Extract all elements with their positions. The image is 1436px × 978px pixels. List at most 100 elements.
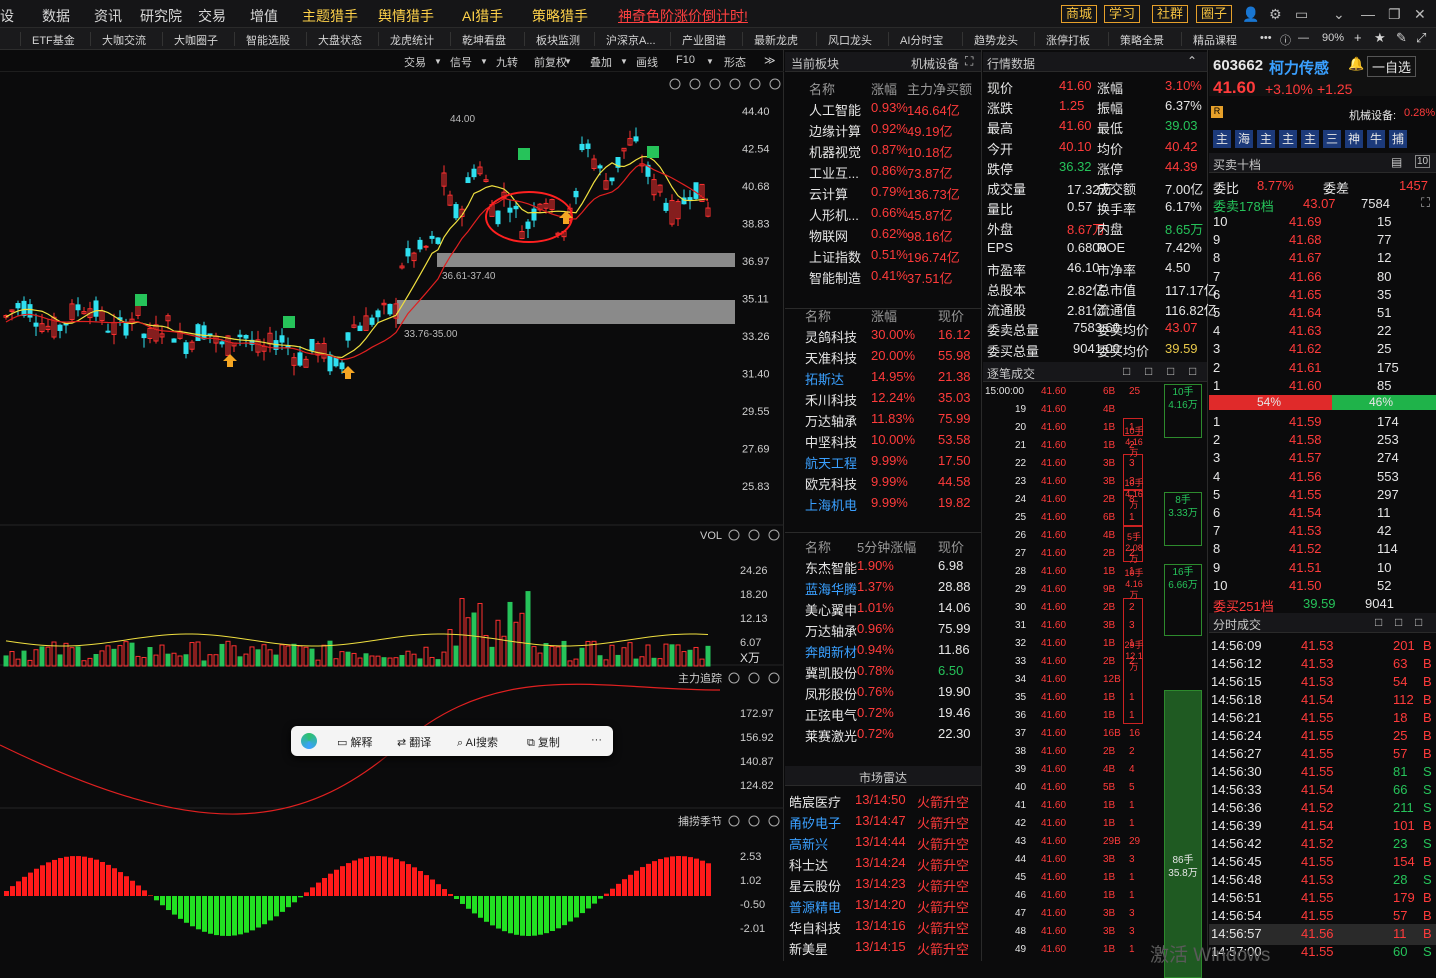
chart-tool-3[interactable]: 前复权 (534, 54, 567, 70)
chart-tool-2[interactable]: 九转 (496, 54, 518, 70)
close-icon[interactable] (729, 78, 741, 90)
nav-item-9[interactable]: 沪深京A... (606, 32, 656, 48)
table-row[interactable]: 云计算 0.79% 136.73亿 (785, 181, 981, 202)
radar-row[interactable]: 皓宸医疗 13/14:50 火箭升空 (785, 789, 981, 810)
nav-item-6[interactable]: 龙虎统计 (390, 32, 434, 48)
bell-icon[interactable]: 🔔 (1348, 56, 1364, 72)
collapse-icon[interactable]: ⌃ (1187, 54, 1197, 68)
copy-button[interactable]: ⧉ 复制 (527, 734, 560, 750)
list-icon[interactable]: □ (1395, 615, 1402, 629)
nav-item-3[interactable]: 大咖圈子 (174, 32, 218, 48)
top-button-2[interactable]: 社群 (1152, 5, 1189, 23)
menu-item-7[interactable]: 舆情猎手 (378, 6, 434, 26)
top-button-3[interactable]: 圈子 (1196, 5, 1233, 23)
season-close-icon[interactable] (768, 815, 780, 827)
expand-icon[interactable]: ⤢ (1416, 30, 1426, 46)
table-row[interactable]: 莱赛激光 0.72% 22.30 (785, 723, 981, 744)
minimize-icon[interactable]: — (1361, 6, 1375, 22)
table-row[interactable]: 万达轴承 11.83% 75.99 (785, 408, 981, 429)
refresh-icon[interactable] (669, 78, 681, 90)
chart-tool-5[interactable]: 画线 (636, 54, 658, 70)
table-row[interactable]: 正弦电气 0.72% 19.46 (785, 702, 981, 723)
chart-tool-6[interactable]: F10 (676, 54, 695, 66)
menu-item-4[interactable]: 交易 (198, 6, 226, 26)
window-icon[interactable]: ▭ (1295, 6, 1308, 23)
track-help-icon[interactable] (748, 672, 760, 684)
expand-icon[interactable]: ⛶ (1421, 195, 1430, 211)
radar-row[interactable]: 星云股份 13/14:23 火箭升空 (785, 873, 981, 894)
zoom-out-icon[interactable]: — (1298, 32, 1309, 44)
indicator-tab-5[interactable]: 三 (1323, 130, 1341, 148)
table-row[interactable]: 美心翼申 1.01% 14.06 (785, 597, 981, 618)
double-chevron-icon[interactable]: ≫ (764, 54, 776, 67)
radar-row[interactable]: 普源精电 13/14:20 火箭升空 (785, 894, 981, 915)
radar-row[interactable]: 科士达 13/14:24 火箭升空 (785, 852, 981, 873)
table-row[interactable]: 万达轴承 0.96% 75.99 (785, 618, 981, 639)
indicator-tab-3[interactable]: 主 (1279, 130, 1297, 148)
nav-item-2[interactable]: 大咖交流 (102, 32, 146, 48)
table-row[interactable]: 机器视觉 0.87% 10.18亿 (785, 139, 981, 160)
table-row[interactable]: 东杰智能 1.90% 6.98 (785, 555, 981, 576)
indicator-tab-0[interactable]: 主 (1213, 130, 1231, 148)
radar-row[interactable]: 甬矽电子 13/14:47 火箭升空 (785, 810, 981, 831)
more-icon[interactable]: ••• (1260, 32, 1272, 44)
info-icon[interactable]: ⓘ (1280, 32, 1291, 48)
top-button-1[interactable]: 学习 (1104, 5, 1141, 23)
top-button-0[interactable]: 商城 (1061, 5, 1098, 23)
indicator-tab-4[interactable]: 主 (1301, 130, 1319, 148)
add-icon[interactable] (689, 78, 701, 90)
indicator-tab-6[interactable]: 神 (1345, 130, 1363, 148)
table-row[interactable]: 工业互... 0.86% 73.87亿 (785, 160, 981, 181)
menu-item-8[interactable]: AI猎手 (462, 6, 503, 26)
menu-item-6[interactable]: 主题猎手 (302, 6, 358, 26)
self-select-button[interactable]: 一自选 (1367, 56, 1417, 77)
nav-item-7[interactable]: 乾坤看盘 (462, 32, 506, 48)
radar-row[interactable]: 新美星 13/14:15 火箭升空 (785, 936, 981, 957)
table-row[interactable]: 物联网 0.62% 98.16亿 (785, 223, 981, 244)
menu-item-3[interactable]: 研究院 (140, 6, 182, 26)
stock-name[interactable]: 柯力传感 (1269, 57, 1329, 78)
more-button[interactable]: ··· (591, 734, 602, 746)
radar-row[interactable]: 华自科技 13/14:16 火箭升空 (785, 915, 981, 936)
ai-search-button[interactable]: ⌕ AI搜索 (457, 734, 498, 750)
chart-tool-1[interactable]: 信号 (450, 54, 472, 70)
pen-icon[interactable]: ✎ (1396, 30, 1407, 46)
ten-level-icon[interactable]: 10 (1415, 155, 1431, 168)
table-row[interactable]: 航天工程 9.99% 17.50 (785, 450, 981, 471)
expand-icon[interactable]: ⛶ (965, 54, 973, 69)
table-row[interactable]: 奔朗新材 0.94% 11.86 (785, 639, 981, 660)
vol-close-icon[interactable] (768, 529, 780, 541)
table-row[interactable]: 边缘计算 0.92% 49.19亿 (785, 118, 981, 139)
track-gear-icon[interactable] (728, 672, 740, 684)
lock-icon[interactable]: □ (1375, 615, 1382, 629)
nav-item-11[interactable]: 最新龙虎 (754, 32, 798, 48)
translate-button[interactable]: ⇄ 翻译 (397, 734, 431, 750)
table-row[interactable]: 人工智能 0.93% 146.64亿 (785, 97, 981, 118)
track-close-icon[interactable] (768, 672, 780, 684)
nav-item-5[interactable]: 大盘状态 (318, 32, 362, 48)
promo-link[interactable]: 神奇色阶涨价倒计时! (618, 6, 748, 26)
zoom-in-icon[interactable] (749, 78, 761, 90)
table-row[interactable]: 智能制造 0.41% 37.51亿 (785, 265, 981, 286)
nav-item-14[interactable]: 趋势龙头 (974, 32, 1018, 48)
lock-icon[interactable]: □ (1167, 364, 1174, 378)
expand-icon[interactable]: □ (1189, 364, 1196, 378)
indicator-tab-8[interactable]: 捕 (1389, 130, 1407, 148)
table-row[interactable]: 欧克科技 9.99% 44.58 (785, 471, 981, 492)
table-row[interactable]: 人形机... 0.66% 45.87亿 (785, 202, 981, 223)
user-icon[interactable]: 👤 (1242, 6, 1259, 23)
ask-row[interactable]: 1 41.60 85 (1209, 376, 1436, 397)
menu-item-0[interactable]: 设 (0, 6, 14, 26)
zoom-in-icon[interactable]: + (1354, 30, 1362, 45)
list-icon[interactable]: □ (1145, 364, 1152, 378)
vol-gear-icon[interactable] (728, 529, 740, 541)
table-row[interactable]: 凤形股份 0.76% 19.90 (785, 681, 981, 702)
table-row[interactable]: 蓝海华腾 1.37% 28.88 (785, 576, 981, 597)
list-icon[interactable]: ▤ (1391, 155, 1402, 169)
nav-item-1[interactable]: ETF基金 (32, 32, 75, 48)
chevron-down-icon[interactable]: ⌄ (1333, 6, 1345, 23)
kline-chart[interactable]: 44.40 42.54 40.68 38.83 36.97 35.11 33.26 31.40… (0, 72, 784, 961)
star-icon[interactable]: ★ (1374, 30, 1386, 46)
menu-item-2[interactable]: 资讯 (94, 6, 122, 26)
vol-help-icon[interactable] (748, 529, 760, 541)
